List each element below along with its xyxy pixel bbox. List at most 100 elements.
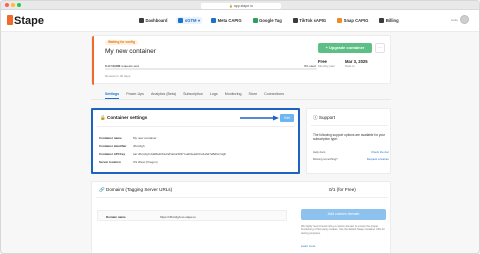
date-info: Mar 3, 2025 Date to [345, 59, 368, 68]
tab-power-ups[interactable]: Power-Ups [126, 92, 144, 99]
user-greeting: Hello [451, 18, 458, 22]
domain-value: https://dfvrcdgh.us.stape.io [160, 214, 196, 219]
upgrade-container-button[interactable]: + Upgrade container [318, 43, 372, 53]
window-controls [5, 3, 21, 7]
row-key: Container API Key [99, 152, 126, 156]
container-settings-card: 🔒 Container settings Edit Container name… [91, 108, 300, 174]
tab-store[interactable]: Store [249, 92, 258, 99]
nav-label: Dashboard [145, 18, 168, 23]
domains-count: 0/1 (for Free) [329, 187, 356, 192]
nav-sgtm[interactable]: sGTM ▾ [176, 17, 203, 24]
settings-row: Container identifier dfvrcdgh [99, 144, 145, 148]
domains-divider [96, 197, 388, 198]
nav-label: Billing [385, 18, 399, 23]
tab-analytics[interactable]: Analytics (Beta) [151, 92, 176, 99]
link-icon: 🔗 [99, 187, 105, 192]
meta-icon [211, 18, 217, 23]
support-divider [311, 125, 388, 126]
more-options-button[interactable]: ··· [375, 43, 385, 53]
tab-settings[interactable]: Settings [105, 92, 120, 99]
chevron-down-icon: ▾ [198, 18, 201, 23]
support-link-label: Missing something? [313, 157, 338, 161]
learn-more-link[interactable]: Learn more [301, 244, 315, 248]
sgtm-icon [178, 18, 184, 23]
nav-billing[interactable]: Billing [377, 17, 400, 24]
support-title-text: Support [318, 115, 335, 120]
lock-icon: 🔒 [100, 115, 106, 120]
maximize-window-button[interactable] [17, 3, 21, 7]
row-value: sar:dfvrcdgh:2dd8a1b6a1/2NaCaSDFYuaK9ead… [133, 152, 227, 156]
browser-window: 🔒app.stape.io Stape Dashboard sGTM ▾ Meta… [0, 0, 480, 254]
avatar[interactable] [460, 15, 469, 24]
browser-titlebar: 🔒app.stape.io [1, 1, 479, 10]
nav-label: TikTok sAPIG [299, 18, 327, 23]
container-title: My new container [105, 48, 156, 55]
row-value: US West (Oregon) [133, 160, 158, 164]
minimize-window-button[interactable] [11, 3, 15, 7]
tab-connections[interactable]: Connections [264, 92, 284, 99]
tiktok-icon [292, 18, 298, 23]
plan-period: Monthly plan [318, 64, 336, 68]
request-feature-link[interactable]: Request a feature [367, 157, 389, 161]
nav-tiktok[interactable]: TikTok sAPIG [291, 17, 328, 24]
nav-snap-capig[interactable]: Snap CAPIG [335, 17, 370, 24]
pointer-arrow-icon [240, 115, 279, 121]
lock-icon: 🔒 [229, 3, 233, 8]
support-link-help: Help docs Check the doc [313, 150, 389, 154]
nav-label: sGTM [184, 18, 197, 23]
settings-row: Container name My new container [99, 136, 157, 140]
nav-label: Google Tag [259, 18, 282, 23]
dashboard-icon [139, 18, 144, 23]
tabs-divider [91, 99, 391, 100]
domains-card: 🔗 Domains (Tagging Server URLs) 0/1 (for… [91, 181, 391, 253]
domains-title-text: Domains (Tagging Server URLs) [106, 187, 173, 192]
user-greeting-text: Hello [451, 17, 458, 22]
stape-logo[interactable]: Stape [7, 15, 44, 27]
container-summary-card: Waiting for config My new container 0 of… [91, 35, 391, 85]
add-custom-domain-button[interactable]: Add custom domain [301, 209, 386, 220]
close-window-button[interactable] [5, 3, 9, 7]
nav-google-tag[interactable]: Google Tag [251, 17, 284, 24]
address-bar[interactable]: 🔒app.stape.io [201, 2, 281, 9]
billing-icon [379, 18, 385, 23]
date-label: Date to [345, 64, 355, 68]
settings-divider [97, 126, 295, 127]
settings-row: Server location US West (Oregon) [99, 160, 158, 164]
settings-title: 🔒 Container settings [100, 115, 147, 121]
nav-dashboard[interactable]: Dashboard [137, 17, 169, 24]
support-link-label: Help docs [313, 150, 326, 154]
check-doc-link[interactable]: Check the doc [371, 150, 389, 154]
row-key: Container name [99, 136, 122, 140]
row-value: dfvrcdgh [133, 144, 145, 148]
status-accent-bar [92, 36, 94, 85]
usage-progress-bar [105, 68, 317, 70]
domain-help-text: We highly recommend using a custom domai… [301, 225, 385, 235]
row-key: Server location [99, 160, 121, 164]
plan-info: Free Monthly plan [318, 59, 335, 68]
help-icon: ⓘ [313, 115, 318, 120]
snap-icon [337, 18, 343, 23]
row-key: Container identifier [99, 144, 127, 148]
settings-row: Container API Key sar:dfvrcdgh:2dd8a1b6a1… [99, 152, 226, 156]
domains-title: 🔗 Domains (Tagging Server URLs) [99, 187, 172, 193]
tab-monitoring[interactable]: Monitoring [225, 92, 242, 99]
tab-logs[interactable]: Logs [210, 92, 218, 99]
nav-meta-capig[interactable]: Meta CAPIG [209, 17, 243, 24]
status-badge: Waiting for config [105, 40, 138, 45]
app-header: Stape Dashboard sGTM ▾ Meta CAPIG Google … [1, 10, 479, 32]
edit-settings-button[interactable]: Edit [280, 114, 294, 122]
logo-text: Stape [14, 15, 44, 27]
user-menu[interactable]: Hello [451, 15, 469, 24]
stape-logo-icon [7, 15, 13, 25]
settings-title-text: Container settings [107, 115, 148, 120]
default-domain-row: Domain name https://dfvrcdgh.us.stape.io [97, 210, 287, 221]
nav-label: Snap CAPIG [343, 18, 369, 23]
tab-subscription[interactable]: Subscription [183, 92, 203, 99]
google-tag-icon [252, 18, 258, 23]
container-tabs: Settings Power-Ups Analytics (Beta) Subs… [105, 92, 284, 99]
address-text: app.stape.io [233, 3, 253, 8]
renew-text: Renews in 30 days [105, 74, 131, 78]
support-card: ⓘ Support The following support options … [306, 108, 391, 174]
support-link-feature: Missing something? Request a feature [313, 157, 389, 161]
nav-label: Meta CAPIG [217, 18, 242, 23]
